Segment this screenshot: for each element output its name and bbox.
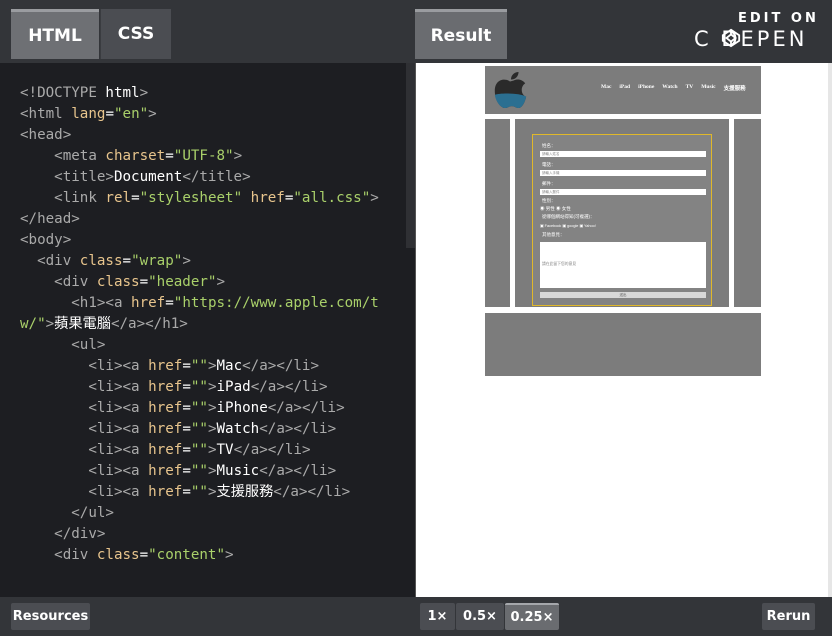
resources-button[interactable]: Resources bbox=[11, 603, 90, 630]
preview-nav: Mac iPad iPhone Watch TV Music 支援服務 bbox=[601, 84, 746, 92]
code-line[interactable]: </head> bbox=[20, 211, 80, 227]
form-feedback-label: 其他意見： bbox=[542, 232, 565, 237]
bottom-bar: Resources 1× 0.5× 0.25× Rerun bbox=[0, 597, 832, 636]
form-phone-label: 電話： bbox=[542, 162, 556, 167]
form-feedback-textarea[interactable]: 請在此留下您的意見 bbox=[540, 242, 706, 288]
form-source-options[interactable]: ▣ Facebook ▣ google ▣ Yahoo! bbox=[540, 223, 596, 228]
code-line[interactable]: <li><a href="">Music</a></li> bbox=[20, 463, 336, 479]
code-line[interactable]: <li><a href="">支援服務</a></li> bbox=[20, 484, 350, 500]
preview-content: 姓名： 請輸入姓名 電話： 請輸入手機 郵件： 請輸入郵件 性別： ◉ 男性 ◉… bbox=[515, 119, 729, 307]
preview-header: Mac iPad iPhone Watch TV Music 支援服務 bbox=[485, 66, 761, 114]
code-line[interactable]: <ul> bbox=[20, 337, 105, 353]
form-submit-button[interactable]: 送出 bbox=[540, 292, 706, 298]
tab-result[interactable]: Result bbox=[415, 9, 507, 59]
top-bar: HTML CSS Result EDIT ON C DEPEN bbox=[0, 0, 832, 63]
apple-logo-icon bbox=[494, 71, 527, 109]
code-line[interactable]: <li><a href="">Mac</a></li> bbox=[20, 358, 319, 374]
form-gender-options[interactable]: ◉ 男性 ◉ 女性 bbox=[540, 206, 571, 212]
codepen-cube-icon bbox=[721, 28, 741, 48]
code-scrollbar[interactable] bbox=[406, 63, 415, 248]
preview-right-column bbox=[734, 119, 761, 307]
zoom-1x-button[interactable]: 1× bbox=[420, 603, 455, 630]
preview-nav-tv[interactable]: TV bbox=[686, 84, 694, 92]
code-line[interactable]: <li><a href="">Watch</a></li> bbox=[20, 421, 336, 437]
codepen-brand: C DEPEN bbox=[694, 27, 807, 51]
code-line[interactable]: <title>Document</title> bbox=[20, 169, 250, 185]
code-line[interactable]: <link rel="stylesheet" href="all.css"> bbox=[20, 190, 379, 206]
form-email-label: 郵件： bbox=[542, 181, 556, 186]
code-line[interactable]: <div class="wrap"> bbox=[20, 253, 191, 269]
code-line[interactable]: <meta charset="UTF-8"> bbox=[20, 148, 242, 164]
form-gender-label: 性別： bbox=[542, 198, 556, 203]
code-line[interactable]: <li><a href="">iPad</a></li> bbox=[20, 379, 327, 395]
code-line[interactable]: <li><a href="">iPhone</a></li> bbox=[20, 400, 344, 416]
html-code-editor[interactable]: <!DOCTYPE html> <html lang="en"> <head> … bbox=[0, 63, 415, 597]
code-line[interactable]: <li><a href="">TV</a></li> bbox=[20, 442, 310, 458]
preview-nav-iphone[interactable]: iPhone bbox=[638, 84, 654, 92]
code-line[interactable]: <body> bbox=[20, 232, 71, 248]
edit-on-label[interactable]: EDIT ON bbox=[738, 11, 819, 26]
form-email-input[interactable]: 請輸入郵件 bbox=[540, 189, 706, 195]
code-line[interactable]: </div> bbox=[20, 526, 105, 542]
preview-nav-watch[interactable]: Watch bbox=[662, 84, 677, 92]
preview-nav-ipad[interactable]: iPad bbox=[619, 84, 630, 92]
tab-html[interactable]: HTML bbox=[11, 9, 99, 59]
code-line[interactable]: <!DOCTYPE html> bbox=[20, 85, 148, 101]
preview-nav-music[interactable]: Music bbox=[701, 84, 715, 92]
preview-nav-support[interactable]: 支援服務 bbox=[724, 84, 746, 92]
preview-footer bbox=[485, 313, 761, 376]
form-phone-input[interactable]: 請輸入手機 bbox=[540, 170, 706, 176]
code-line[interactable]: <div class="header"> bbox=[20, 274, 225, 290]
form-source-label: 從哪個網站得知(可複選)： bbox=[542, 214, 595, 219]
code-line[interactable]: <div class="content"> bbox=[20, 547, 233, 563]
code-text[interactable]: <!DOCTYPE html> <html lang="en"> <head> … bbox=[20, 83, 404, 566]
result-preview[interactable]: Mac iPad iPhone Watch TV Music 支援服務 姓名： … bbox=[415, 63, 832, 597]
code-line[interactable]: <h1><a href="https://www.apple.com/tw/">… bbox=[20, 295, 379, 332]
code-line[interactable]: <html lang="en"> bbox=[20, 106, 157, 122]
preview-form: 姓名： 請輸入姓名 電話： 請輸入手機 郵件： 請輸入郵件 性別： ◉ 男性 ◉… bbox=[532, 134, 712, 306]
form-name-input[interactable]: 請輸入姓名 bbox=[540, 151, 706, 157]
codepen-text: C DEPEN bbox=[694, 27, 808, 51]
form-name-label: 姓名： bbox=[542, 143, 556, 148]
result-scrollbar[interactable] bbox=[828, 63, 832, 597]
code-line[interactable]: <head> bbox=[20, 127, 71, 143]
zoom-0.5x-button[interactable]: 0.5× bbox=[456, 603, 504, 630]
tab-css[interactable]: CSS bbox=[100, 9, 171, 59]
rerun-button[interactable]: Rerun bbox=[762, 603, 815, 630]
preview-left-column bbox=[485, 119, 510, 307]
zoom-0.25x-button[interactable]: 0.25× bbox=[505, 603, 559, 630]
code-line[interactable]: </ul> bbox=[20, 505, 114, 521]
preview-nav-mac[interactable]: Mac bbox=[601, 84, 611, 92]
codepen-logo[interactable]: C DEPEN bbox=[694, 27, 807, 51]
